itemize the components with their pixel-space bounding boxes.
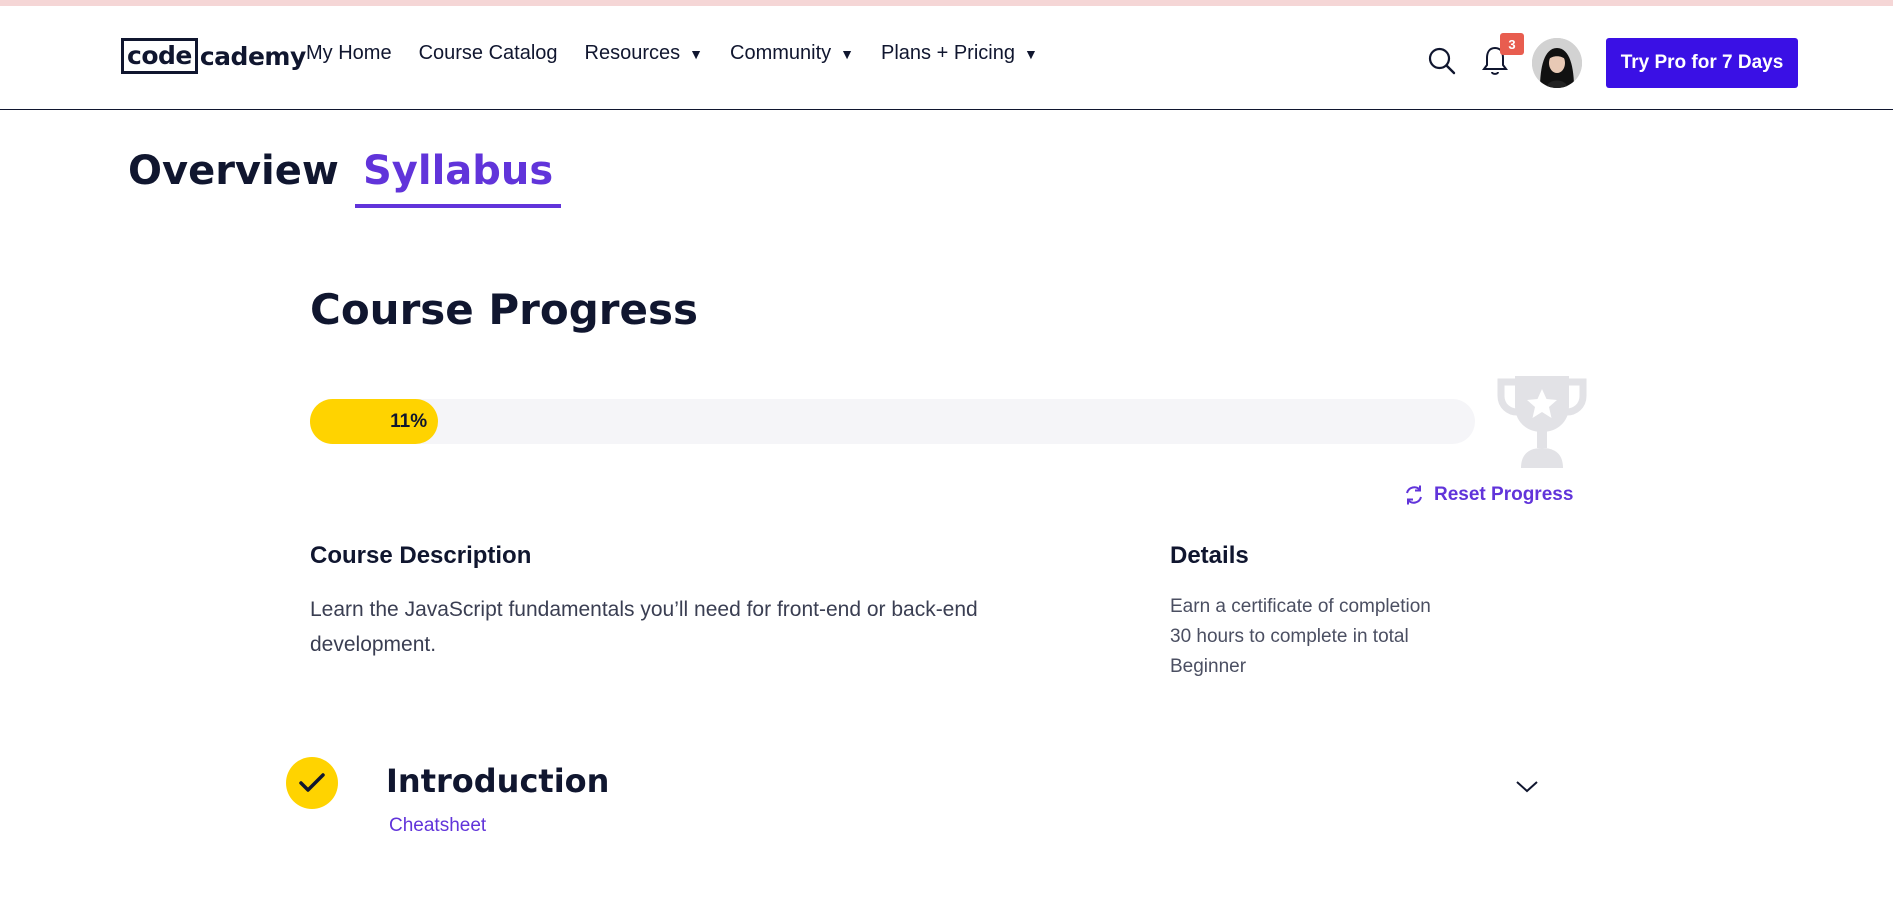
progress-bar: 11% bbox=[310, 399, 1475, 444]
nav-label: Course Catalog bbox=[418, 42, 558, 64]
reset-progress-button[interactable]: Reset Progress bbox=[1403, 484, 1573, 506]
reset-progress-label: Reset Progress bbox=[1434, 484, 1574, 505]
nav-label: My Home bbox=[306, 42, 392, 64]
codecademy-logo[interactable]: code cademy bbox=[121, 38, 306, 74]
cheatsheet-link[interactable]: Cheatsheet bbox=[389, 815, 486, 837]
progress-fill: 11% bbox=[310, 399, 439, 444]
course-progress-title: Course Progress bbox=[310, 285, 699, 334]
module-title[interactable]: Introduction bbox=[386, 762, 609, 800]
site-header: code cademy My Home Course Catalog Resou… bbox=[0, 6, 1893, 110]
nav-label: Resources bbox=[584, 42, 681, 64]
nav-label: Community bbox=[730, 42, 832, 64]
detail-item: Beginner bbox=[1170, 656, 1247, 677]
nav-label: Plans + Pricing bbox=[881, 42, 1015, 64]
tab-overview[interactable]: Overview bbox=[128, 148, 339, 194]
details-heading: Details bbox=[1170, 542, 1249, 569]
search-icon[interactable] bbox=[1427, 46, 1457, 76]
main-nav: My Home Course Catalog Resources ▼ Commu… bbox=[306, 42, 1065, 65]
caret-down-icon: ▼ bbox=[1023, 45, 1038, 62]
nav-course-catalog[interactable]: Course Catalog bbox=[419, 42, 558, 65]
detail-item: 30 hours to complete in total bbox=[1170, 626, 1409, 647]
reset-icon bbox=[1406, 485, 1422, 505]
avatar-image bbox=[1532, 38, 1582, 88]
details-list: Earn a certificate of completion 30 hour… bbox=[1170, 592, 1431, 682]
nav-community[interactable]: Community ▼ bbox=[730, 42, 854, 65]
logo-boxed-text: code bbox=[121, 38, 198, 74]
chevron-down-icon[interactable] bbox=[1515, 776, 1539, 796]
logo-text: cademy bbox=[199, 41, 306, 71]
trophy-icon bbox=[1497, 376, 1587, 468]
detail-item: Earn a certificate of completion bbox=[1170, 596, 1431, 617]
caret-down-icon: ▼ bbox=[689, 45, 704, 62]
avatar[interactable] bbox=[1532, 38, 1582, 88]
course-description-text: Learn the JavaScript fundamentals you’ll… bbox=[310, 598, 978, 656]
nav-resources[interactable]: Resources ▼ bbox=[585, 42, 703, 65]
notification-badge: 3 bbox=[1500, 33, 1524, 55]
course-description-heading: Course Description bbox=[310, 542, 532, 569]
caret-down-icon: ▼ bbox=[840, 45, 855, 62]
progress-percent: 11% bbox=[390, 410, 428, 432]
nav-plans-pricing[interactable]: Plans + Pricing ▼ bbox=[881, 42, 1038, 65]
try-pro-button[interactable]: Try Pro for 7 Days bbox=[1606, 38, 1798, 88]
tab-syllabus[interactable]: Syllabus bbox=[355, 148, 562, 208]
nav-my-home[interactable]: My Home bbox=[306, 42, 392, 65]
completed-check-icon bbox=[286, 757, 338, 809]
